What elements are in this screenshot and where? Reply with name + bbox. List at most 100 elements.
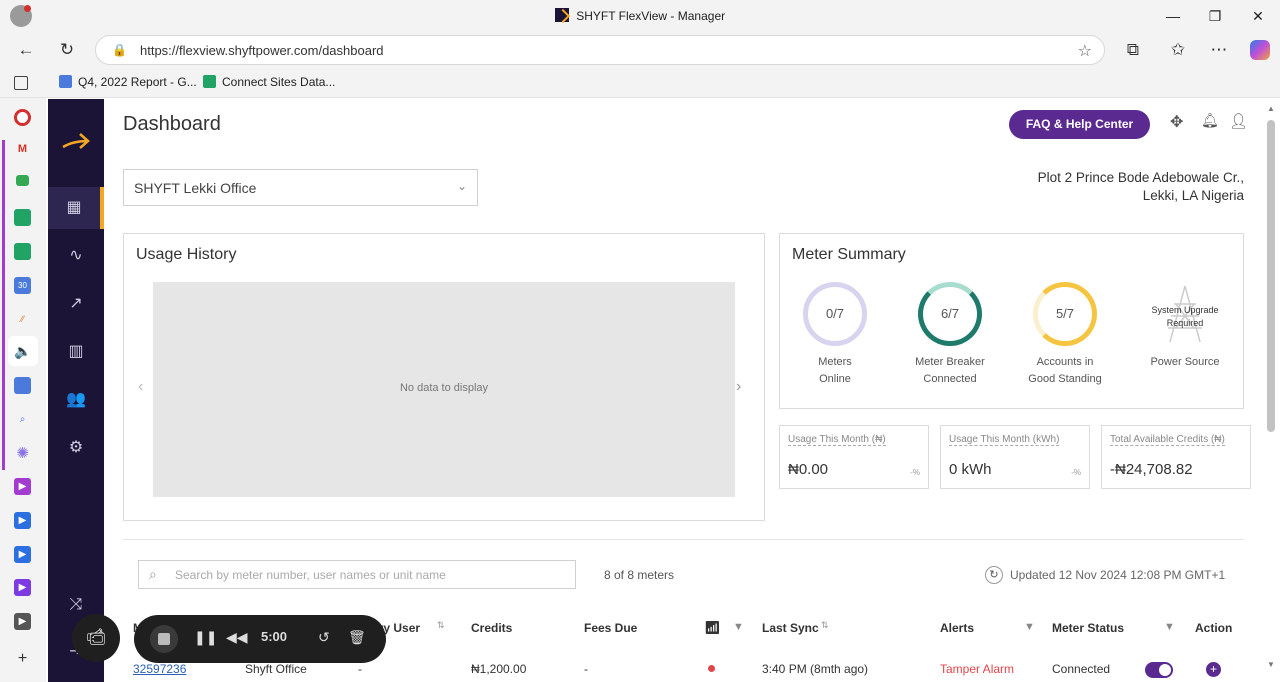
docs-icon [59, 75, 72, 88]
drive-icon[interactable] [16, 175, 29, 186]
favorite-star-icon[interactable]: ☆ [1078, 41, 1092, 61]
usage-chart-area: No data to display [153, 282, 735, 497]
sheets-app-icon-2[interactable] [14, 243, 31, 260]
browser-titlebar: SHYFT FlexView - Manager — ❐ ✕ [0, 0, 1280, 32]
copilot-icon[interactable] [1250, 40, 1270, 60]
video-app-icon-4[interactable]: ▶ [14, 579, 31, 596]
filter-icon[interactable]: ▼ [1024, 621, 1035, 633]
trend-icon[interactable]: ↗ [48, 283, 104, 325]
chevron-down-icon: ⌄ [456, 179, 467, 193]
video-app-icon-3[interactable]: ▶ [14, 546, 31, 563]
filter-icon[interactable]: ▼ [1164, 621, 1175, 633]
usage-history-card: Usage History ‹ No data to display › [123, 233, 765, 521]
speaker-icon[interactable]: 🔈 [8, 336, 38, 366]
filter-icon[interactable]: ▼ [733, 621, 744, 633]
sync-refresh-icon[interactable]: ↻ [985, 566, 1003, 584]
maximize-icon[interactable]: ❐ [1203, 5, 1227, 27]
scroll-up-arrow[interactable]: ▲ [1267, 104, 1275, 113]
bookmark-q4-report[interactable]: Q4, 2022 Report - G... [59, 75, 197, 89]
power-source-label: Power Source [1150, 356, 1220, 368]
sheets-app-icon[interactable] [14, 209, 31, 226]
gmail-icon[interactable]: M [14, 141, 31, 158]
restart-icon[interactable]: ↺ [318, 629, 330, 646]
more-menu-icon[interactable]: ⋯ [1207, 38, 1231, 62]
users-icon[interactable]: 👥 [48, 379, 104, 421]
app-sidebar: ▦ ∿ ↗ ▥ 👥 ⚙ ⤨ ⇥ [48, 99, 104, 682]
next-arrow-icon[interactable]: › [736, 378, 741, 396]
row-meter-link[interactable]: 32597236 [133, 662, 186, 676]
stat-percent: -% [1071, 468, 1081, 477]
meters-online-ring: 0/7 [803, 282, 867, 346]
settings-gear-icon[interactable]: ⚙ [48, 427, 104, 469]
row-name: Shyft Office [245, 662, 307, 676]
scroll-down-arrow[interactable]: ▼ [1267, 660, 1275, 669]
sidebar-accent-line [2, 140, 5, 470]
docs-app-icon[interactable] [14, 377, 31, 394]
calendar-icon[interactable]: 30 [14, 277, 31, 294]
col-meter-status[interactable]: Meter Status [1052, 621, 1124, 635]
page-scrollbar[interactable]: ▲ ▼ [1266, 100, 1276, 680]
flower-app-icon[interactable]: ✺ [14, 445, 31, 462]
meters-online-label: Meters Online [818, 356, 852, 385]
section-divider [123, 539, 1244, 540]
add-icon[interactable]: + [14, 650, 31, 667]
video-app-icon-1[interactable]: ▶ [14, 478, 31, 495]
col-alerts[interactable]: Alerts [940, 621, 974, 635]
record-app-icon[interactable] [14, 109, 31, 126]
close-window-icon[interactable]: ✕ [1246, 5, 1270, 27]
row-alert: Tamper Alarm [940, 662, 1015, 676]
bar-chart-icon[interactable]: ▥ [48, 331, 104, 373]
refresh-icon[interactable]: ↻ [55, 38, 79, 62]
col-action: Action [1195, 621, 1233, 635]
sheets-icon [203, 75, 216, 88]
search-app-icon[interactable]: ⌕ [14, 411, 31, 428]
rewind-icon[interactable]: ◀◀ [226, 629, 248, 646]
good-standing-label: Accounts in Good Standing [1028, 356, 1102, 385]
prev-arrow-icon[interactable]: ‹ [138, 378, 143, 396]
col-fees-due[interactable]: Fees Due [584, 621, 637, 635]
stop-record-icon[interactable] [150, 625, 178, 653]
power-status-text: System Upgrade Required [1151, 305, 1219, 328]
meter-search-box[interactable]: ⌕ Search by meter number, user names or … [138, 560, 576, 589]
updated-timestamp: Updated 12 Nov 2024 12:08 PM GMT+1 [1010, 568, 1226, 582]
row-credits: ₦1,200.00 [471, 662, 527, 676]
trash-icon[interactable]: 🗑︎ [348, 629, 366, 646]
address-bar[interactable]: 🔒 https://flexview.shyftpower.com/dashbo… [95, 35, 1105, 65]
site-select-value: SHYFT Lekki Office [134, 180, 257, 196]
sort-icon[interactable]: ⇅ [821, 620, 829, 631]
action-add-icon[interactable]: + [1206, 662, 1221, 677]
activity-icon[interactable]: ∿ [48, 235, 104, 277]
video-app-icon-5[interactable]: ▶ [14, 613, 31, 630]
pause-icon[interactable]: ❚❚ [194, 629, 217, 646]
url-text[interactable]: https://flexview.shyftpower.com/dashboar… [140, 43, 384, 58]
breaker-toggle[interactable] [1145, 662, 1173, 678]
minimize-icon[interactable]: — [1161, 5, 1185, 27]
row-last-sync: 3:40 PM (8mth ago) [762, 662, 869, 676]
move-icon[interactable]: ✥ [1170, 112, 1183, 132]
video-app-icon-2[interactable]: ▶ [14, 512, 31, 529]
col-credits[interactable]: Credits [471, 621, 512, 635]
meters-online-value: 0/7 [825, 306, 845, 321]
user-icon[interactable]: 👤︎ [1229, 112, 1248, 130]
back-arrow-icon[interactable]: ← [14, 38, 38, 62]
scroll-thumb[interactable] [1267, 120, 1275, 432]
favorites-icon[interactable]: ✩ [1166, 38, 1190, 62]
window-title-wrap: SHYFT FlexView - Manager [0, 8, 1280, 23]
camera-toggle-icon[interactable]: 📹︎ [72, 614, 120, 662]
site-select[interactable]: SHYFT Lekki Office ⌄ [123, 169, 478, 206]
shyft-brand-icon[interactable] [61, 129, 91, 155]
app-icon[interactable]: ⁄⁄ [14, 311, 31, 328]
search-icon: ⌕ [149, 566, 157, 582]
tab-actions-icon[interactable] [14, 76, 28, 90]
bookmarks-bar: Q4, 2022 Report - G... Connect Sites Dat… [0, 68, 1280, 98]
col-last-sync[interactable]: Last Sync [762, 621, 819, 635]
good-standing-value: 5/7 [1055, 306, 1075, 321]
dashboard-grid-icon[interactable]: ▦ [48, 187, 104, 229]
shyft-logo-icon [554, 8, 569, 22]
faq-help-button[interactable]: FAQ & Help Center [1009, 110, 1150, 139]
sort-icon[interactable]: ⇅ [437, 620, 445, 631]
extensions-icon[interactable]: ⧉ [1121, 38, 1145, 62]
bell-icon[interactable]: 🔔︎ [1201, 112, 1219, 129]
bookmark-connect-sites[interactable]: Connect Sites Data... [203, 75, 335, 89]
stat-value: -₦24,708.82 [1110, 461, 1193, 478]
